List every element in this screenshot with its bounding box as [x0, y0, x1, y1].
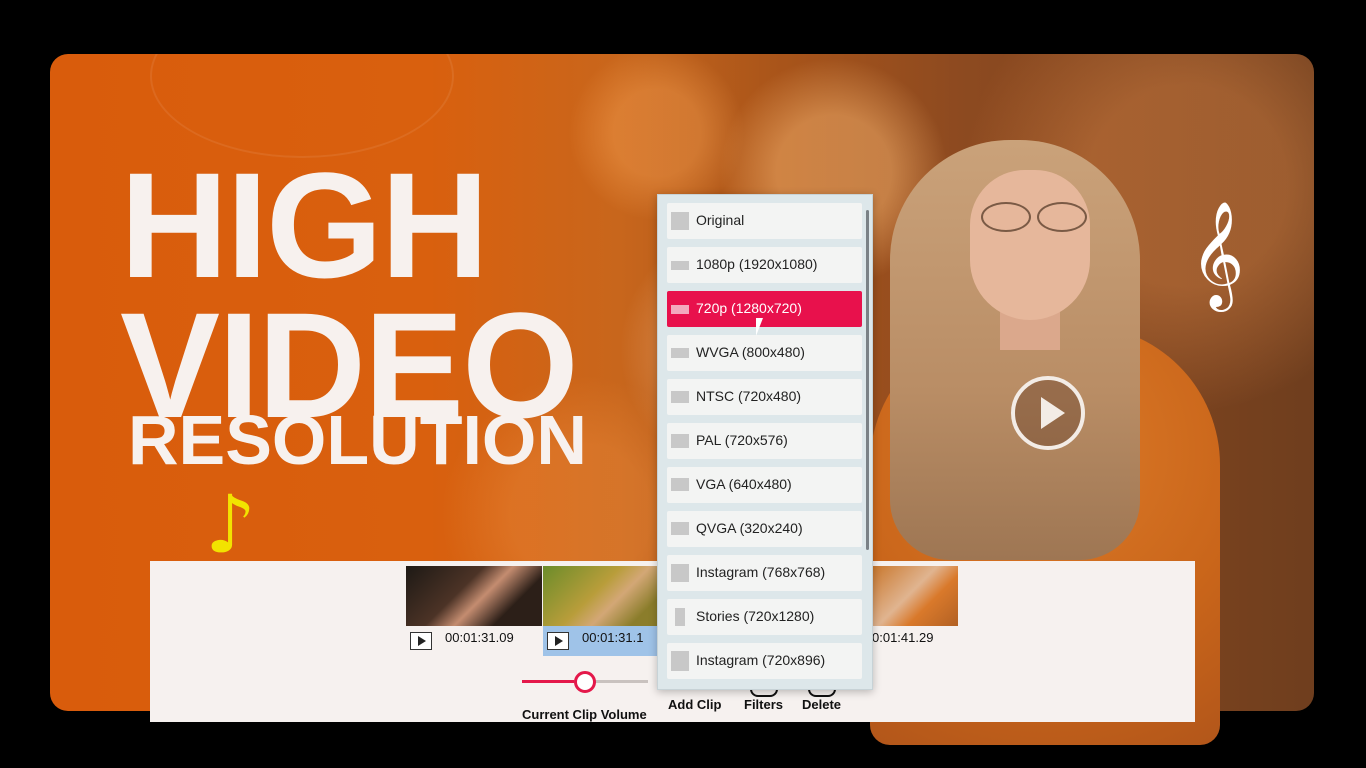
clip-thumbnail — [406, 566, 542, 626]
clip-duration: 0:01:41.29 — [872, 630, 934, 645]
play-clip-icon[interactable] — [547, 632, 569, 650]
aspect-swatch-icon — [671, 434, 689, 448]
clip-duration: 00:01:31.1 — [582, 630, 644, 645]
volume-label: Current Clip Volume — [522, 707, 647, 722]
resolution-option[interactable]: Instagram (720x896) — [667, 643, 862, 679]
resolution-option[interactable]: QVGA (320x240) — [667, 511, 862, 547]
play-video-icon[interactable] — [1011, 376, 1085, 450]
filters-label: Filters — [744, 697, 784, 712]
aspect-swatch-icon — [671, 212, 689, 230]
aspect-swatch-icon — [671, 391, 689, 403]
face — [970, 170, 1090, 320]
resolution-option[interactable]: 1080p (1920x1080) — [667, 247, 862, 283]
timeline-clip[interactable]: 0:01:41.29 — [872, 566, 958, 656]
headline-line3: RESOLUTION — [128, 401, 587, 479]
app-stage: HIGH VIDEO RESOLUTION ♪ 𝄞 00:01:31.09 00… — [0, 0, 1366, 768]
filters-button[interactable]: Filters — [744, 683, 784, 712]
add-clip-label: Add Clip — [668, 697, 722, 712]
volume-fill — [522, 680, 574, 683]
mouse-cursor-icon — [756, 318, 763, 336]
music-note-icon: ♪ — [205, 478, 257, 571]
clip-thumbnail — [872, 566, 958, 626]
clip-duration: 00:01:31.09 — [445, 630, 514, 645]
play-clip-icon[interactable] — [410, 632, 432, 650]
resolution-option[interactable]: Instagram (768x768) — [667, 555, 862, 591]
aspect-swatch-icon — [675, 608, 685, 626]
resolution-option[interactable]: WVGA (800x480) — [667, 335, 862, 371]
delete-button[interactable]: Delete — [802, 683, 842, 712]
resolution-option[interactable]: VGA (640x480) — [667, 467, 862, 503]
glasses — [973, 202, 1091, 232]
aspect-swatch-icon — [671, 564, 689, 582]
resolution-option[interactable]: Original — [667, 203, 862, 239]
resolution-option[interactable]: PAL (720x576) — [667, 423, 862, 459]
aspect-swatch-icon — [671, 522, 689, 535]
volume-slider-handle[interactable] — [574, 671, 596, 693]
delete-label: Delete — [802, 697, 842, 712]
aspect-swatch-icon — [671, 478, 689, 491]
aspect-swatch-icon — [671, 261, 689, 270]
aspect-swatch-icon — [671, 305, 689, 314]
aspect-swatch-icon — [671, 651, 689, 671]
aspect-swatch-icon — [671, 348, 689, 358]
resolution-option-selected[interactable]: 720p (1280x720) — [667, 291, 862, 327]
add-clip-button[interactable]: Add Clip — [668, 697, 721, 712]
resolution-option[interactable]: NTSC (720x480) — [667, 379, 862, 415]
headline-line1: HIGH — [120, 141, 489, 309]
timeline-clip[interactable]: 00:01:31.09 — [406, 566, 542, 656]
resolution-option[interactable]: Stories (720x1280) — [667, 599, 862, 635]
dropdown-scrollbar[interactable] — [866, 210, 869, 550]
